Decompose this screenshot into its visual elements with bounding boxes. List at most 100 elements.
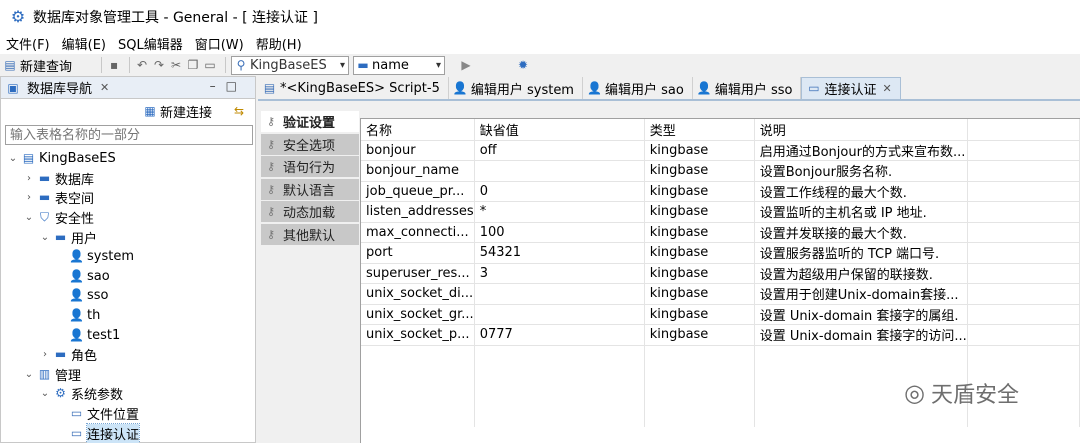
chevron-down-icon[interactable]: ⌄ xyxy=(7,153,19,164)
run-icon[interactable]: ▶ xyxy=(459,58,473,72)
new-query-button[interactable]: ▤ 新建查询 xyxy=(0,55,75,75)
cell-description[interactable]: 设置为超级用户保留的联接数. xyxy=(754,263,968,284)
tree-item[interactable]: › ▬ 表空间 xyxy=(1,188,255,208)
minimize-maximize-icon[interactable]: –□ xyxy=(210,79,247,93)
cell-type[interactable]: kingbase xyxy=(644,283,755,305)
editor-tab[interactable]: 👤 编辑用户 sao xyxy=(583,77,693,99)
chevron-down-icon[interactable]: ⌄ xyxy=(39,388,51,399)
cell-name[interactable]: max_connecti... xyxy=(361,222,475,243)
table-row[interactable]: bonjour_name kingbase 设置Bonjour服务名称. xyxy=(361,160,1080,182)
editor-tab[interactable]: ▭ 连接认证 ✕ xyxy=(801,77,901,99)
tree-item[interactable]: ⌄ ▬ 用户 xyxy=(1,227,255,247)
settings-category-tab[interactable]: ⚷ 验证设置 xyxy=(261,111,359,132)
table-row[interactable]: superuser_res... 3 kingbase 设置为超级用户保留的联接数. xyxy=(361,263,1080,284)
cell-default[interactable] xyxy=(474,304,645,325)
table-row[interactable]: max_connecti... 100 kingbase 设置并发联接的最大个数. xyxy=(361,222,1080,243)
cell-name[interactable]: job_queue_pr... xyxy=(361,181,475,202)
table-row[interactable]: unix_socket_p... 0777 kingbase 设置 Unix-doma… xyxy=(361,324,1080,346)
paste-icon[interactable]: ▭ xyxy=(203,58,217,72)
cell-name[interactable]: unix_socket_di... xyxy=(361,283,475,305)
settings-category-tab[interactable]: ⚷ 语句行为 xyxy=(261,156,359,177)
tree-item[interactable]: › ▬ 角色 xyxy=(1,345,255,365)
column-header-default[interactable]: 缺省值 xyxy=(474,119,645,141)
tree-item[interactable]: 👤 system xyxy=(1,247,255,267)
cell-description[interactable]: 启用通过Bonjour的方式来宣布数... xyxy=(754,140,968,161)
close-icon[interactable]: ✕ xyxy=(100,81,109,94)
cell-default[interactable]: off xyxy=(474,140,645,161)
connection-select[interactable]: ⚲ KingBaseES ▾ xyxy=(231,55,350,75)
column-header-type[interactable]: 类型 xyxy=(644,119,755,141)
cell-name[interactable]: superuser_res... xyxy=(361,263,475,284)
chevron-down-icon[interactable]: ⌄ xyxy=(23,212,35,223)
menu-sql-editor[interactable]: SQL编辑器 xyxy=(118,34,183,53)
cell-default[interactable]: * xyxy=(474,201,645,223)
table-row[interactable]: bonjour off kingbase 启用通过Bonjour的方式来宣布数... xyxy=(361,140,1080,161)
chevron-right-icon[interactable]: › xyxy=(39,349,51,360)
cell-name[interactable]: bonjour_name xyxy=(361,160,475,182)
chevron-down-icon[interactable]: ⌄ xyxy=(23,369,35,380)
cell-name[interactable]: port xyxy=(361,242,475,264)
chevron-right-icon[interactable]: › xyxy=(23,192,35,203)
cell-description[interactable]: 设置Bonjour服务名称. xyxy=(754,160,968,182)
cell-type[interactable]: kingbase xyxy=(644,140,755,161)
tree-item[interactable]: ▭ 文件位置 xyxy=(1,404,255,424)
cell-name[interactable]: unix_socket_p... xyxy=(361,324,475,346)
cell-type[interactable]: kingbase xyxy=(644,324,755,346)
settings-category-tab[interactable]: ⚷ 其他默认 xyxy=(261,223,359,245)
cell-description[interactable]: 设置监听的主机名或 IP 地址. xyxy=(754,201,968,223)
cell-type[interactable]: kingbase xyxy=(644,201,755,223)
settings-category-tab[interactable]: ⚷ 默认语言 xyxy=(261,178,359,200)
cell-name[interactable]: listen_addresses xyxy=(361,201,475,223)
tree-item[interactable]: ⌄ ⛉ 安全性 xyxy=(1,208,255,228)
table-row[interactable]: unix_socket_gr... kingbase 设置 Unix-domain … xyxy=(361,304,1080,325)
cell-description[interactable]: 设置 Unix-domain 套接字的属组. xyxy=(754,304,968,325)
chevron-right-icon[interactable]: › xyxy=(23,173,35,184)
schema-select[interactable]: ▬ name ▾ xyxy=(353,55,446,75)
save-icon[interactable]: ▪ xyxy=(107,58,121,72)
cell-type[interactable]: kingbase xyxy=(644,222,755,243)
cell-default[interactable]: 3 xyxy=(474,263,645,284)
menu-help[interactable]: 帮助(H) xyxy=(256,34,302,53)
cell-default[interactable]: 0 xyxy=(474,181,645,202)
cell-description[interactable]: 设置并发联接的最大个数. xyxy=(754,222,968,243)
redo-icon[interactable]: ↷ xyxy=(152,58,166,72)
copy-icon[interactable]: ❐ xyxy=(186,58,200,72)
chevron-down-icon[interactable]: ⌄ xyxy=(39,232,51,243)
table-filter-input[interactable] xyxy=(5,125,253,145)
table-row[interactable]: job_queue_pr... 0 kingbase 设置工作线程的最大个数. xyxy=(361,181,1080,202)
tree-item[interactable]: ⌄ ▥ 管理 xyxy=(1,365,255,385)
menu-edit[interactable]: 编辑(E) xyxy=(62,34,106,53)
table-row[interactable]: unix_socket_di... kingbase 设置用于创建Unix-doma… xyxy=(361,283,1080,305)
editor-tab[interactable]: 👤 编辑用户 sso xyxy=(693,77,802,99)
link-icon[interactable]: ⇆ xyxy=(232,104,246,118)
cell-default[interactable]: 54321 xyxy=(474,242,645,264)
column-header-name[interactable]: 名称 xyxy=(361,119,475,141)
menu-window[interactable]: 窗口(W) xyxy=(195,34,244,53)
tree-item[interactable]: 👤 test1 xyxy=(1,325,255,345)
undo-icon[interactable]: ↶ xyxy=(135,58,149,72)
cell-type[interactable]: kingbase xyxy=(644,181,755,202)
tree-item[interactable]: ▭ 连接认证 xyxy=(1,422,255,443)
cut-icon[interactable]: ✂ xyxy=(169,58,183,72)
tree-item[interactable]: 👤 sso xyxy=(1,286,255,306)
editor-tab[interactable]: ▤ *<KingBaseES> Script-5 xyxy=(258,77,449,99)
cell-type[interactable]: kingbase xyxy=(644,304,755,325)
cell-type[interactable]: kingbase xyxy=(644,160,755,182)
cell-name[interactable]: bonjour xyxy=(361,140,475,161)
cell-default[interactable] xyxy=(474,160,645,182)
editor-tab[interactable]: 👤 编辑用户 system xyxy=(449,77,583,99)
debug-icon[interactable]: ✹ xyxy=(516,58,530,72)
cell-description[interactable]: 设置工作线程的最大个数. xyxy=(754,181,968,202)
settings-category-tab[interactable]: ⚷ 安全选项 xyxy=(261,133,359,155)
tree-item[interactable]: 👤 sao xyxy=(1,267,255,287)
cell-description[interactable]: 设置 Unix-domain 套接字的访问... xyxy=(754,324,968,346)
column-header-description[interactable]: 说明 xyxy=(754,119,968,141)
cell-description[interactable]: 设置用于创建Unix-domain套接... xyxy=(754,283,968,305)
cell-type[interactable]: kingbase xyxy=(644,263,755,284)
tree-item[interactable]: 👤 th xyxy=(1,306,255,326)
tree-item[interactable]: ⌄ ▤ KingBaseES xyxy=(1,149,255,169)
cell-description[interactable]: 设置服务器监听的 TCP 端口号. xyxy=(754,242,968,264)
tree-item[interactable]: › ▬ 数据库 xyxy=(1,169,255,189)
close-icon[interactable]: ✕ xyxy=(882,82,891,95)
cell-default[interactable]: 0777 xyxy=(474,324,645,346)
